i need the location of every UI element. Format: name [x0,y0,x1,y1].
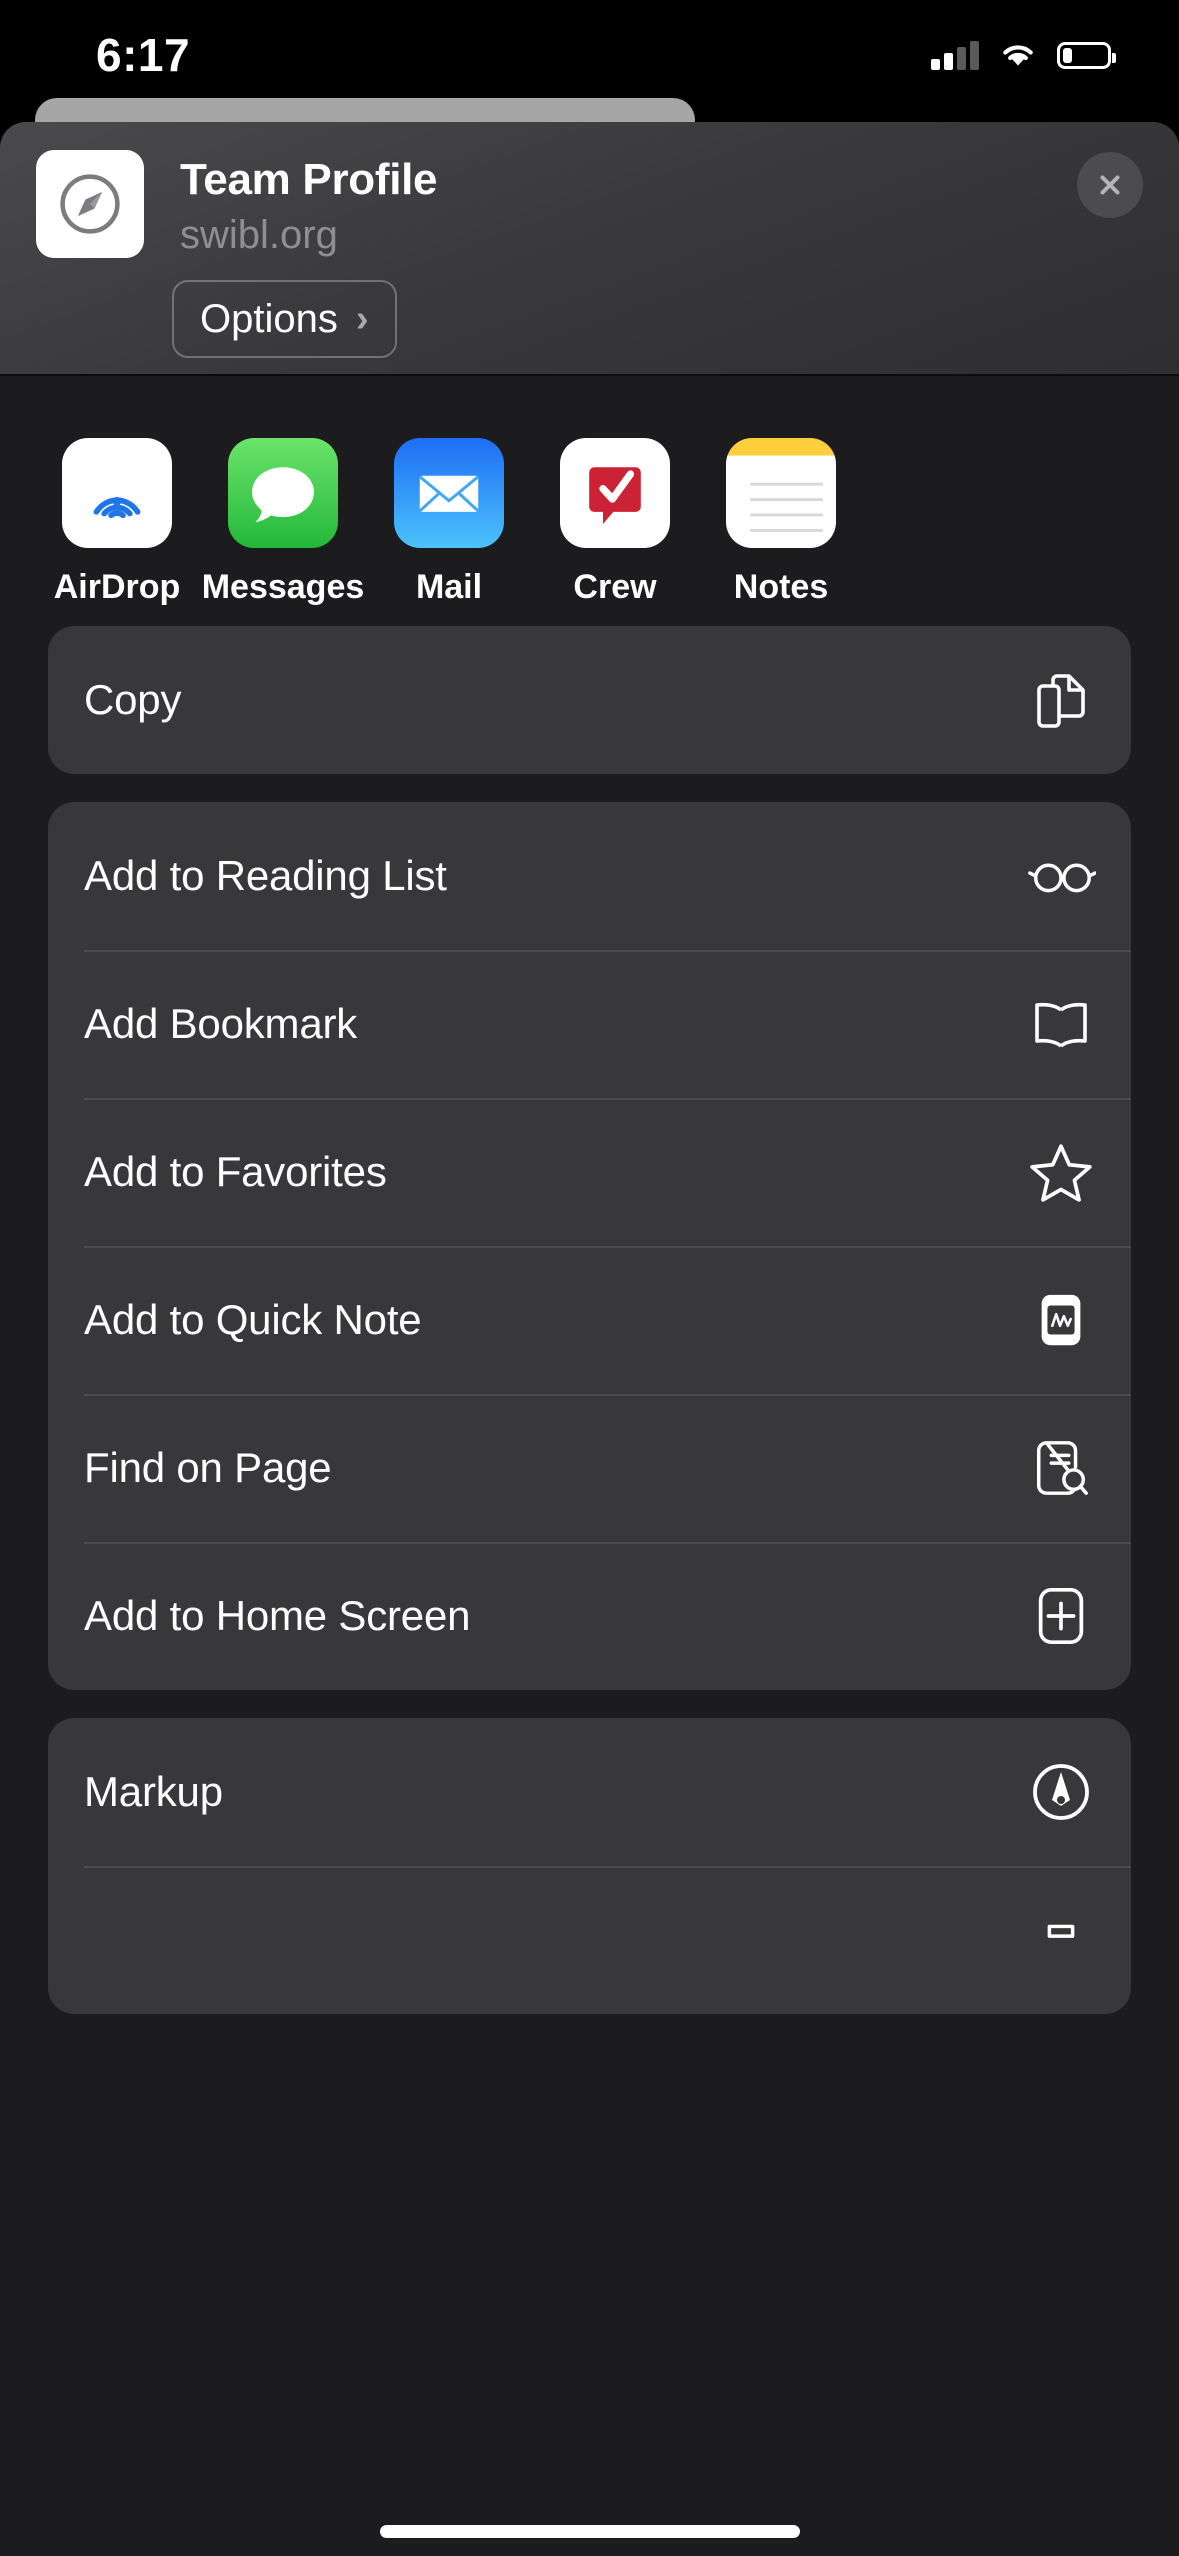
action-label: Add to Reading List [84,852,447,899]
airdrop-icon [62,438,172,548]
action-label: Copy [84,676,182,723]
action-row-add-to-home-screen[interactable]: Add to Home Screen [48,1542,1131,1690]
share-target-airdrop[interactable]: AirDrop [34,438,200,607]
share-target-messages[interactable]: Messages [200,438,366,607]
status-bar-time: 6:17 [96,29,191,81]
messages-icon [228,438,338,548]
cellular-signal-icon [931,40,979,70]
wifi-icon [999,41,1037,69]
battery-icon [1057,41,1116,69]
markup-pen-icon [1025,1756,1097,1828]
status-bar-indicators [931,40,1116,70]
chevron-right-icon: › [355,298,369,340]
quick-note-icon [1025,1284,1097,1356]
share-sheet: Team Profile swibl.org Options › AirDrop… [0,122,1179,2556]
glasses-icon [1025,840,1097,912]
action-row-add-to-reading-list[interactable]: Add to Reading List [48,802,1131,950]
action-group-copy: Copy [48,626,1131,774]
iphone-screen: 6:17 Team Profile swibl.org Options › Ai… [0,0,1179,2556]
add-to-home-screen-icon [1025,1580,1097,1652]
action-groups: Copy Add to Reading List Add Bookmark Ad… [0,626,1179,2014]
action-row-add-to-favorites[interactable]: Add to Favorites [48,1098,1131,1246]
notes-icon [726,438,836,548]
action-row-add-to-quick-note[interactable]: Add to Quick Note [48,1246,1131,1394]
page-domain: swibl.org [180,213,338,258]
action-label: Find on Page [84,1444,332,1491]
page-title: Team Profile [180,155,438,204]
copy-documents-icon [1025,664,1097,736]
home-indicator [379,2525,800,2538]
action-row-markup[interactable]: Markup [48,1718,1131,1866]
action-label: Add Bookmark [84,1000,358,1047]
share-target-label: Mail [415,568,483,606]
book-icon [1025,988,1097,1060]
action-row-partial[interactable] [48,1866,1131,2014]
document-search-icon [1025,1432,1097,1504]
close-button[interactable] [1077,152,1143,218]
share-target-mail[interactable]: Mail [366,438,532,607]
crew-icon [560,438,670,548]
close-icon [1100,175,1120,195]
share-target-crew[interactable]: Crew [532,438,698,607]
share-target-info: Team Profile swibl.org [180,150,438,260]
share-target-notes[interactable]: Notes [698,438,864,607]
share-sheet-header: Team Profile swibl.org Options › [0,122,1179,374]
share-targets-row[interactable]: AirDrop Messages Mail Crew Notes [0,376,1179,626]
action-label: Add to Home Screen [84,1592,471,1639]
options-button[interactable]: Options › [172,280,397,358]
action-group-safari: Add to Reading List Add Bookmark Add to … [48,802,1131,1690]
action-label: Add to Favorites [84,1148,387,1195]
action-group-markup: Markup [48,1718,1131,2014]
status-bar: 6:17 [0,0,1179,110]
share-target-label: AirDrop [53,568,181,606]
star-icon [1025,1136,1097,1208]
action-label: Add to Quick Note [84,1296,422,1343]
print-icon [1025,1904,1097,1976]
action-row-copy[interactable]: Copy [48,626,1131,774]
action-row-find-on-page[interactable]: Find on Page [48,1394,1131,1542]
action-label: Markup [84,1768,223,1815]
action-row-add-bookmark[interactable]: Add Bookmark [48,950,1131,1098]
share-target-label: Notes [733,568,829,606]
safari-compass-icon [36,150,144,258]
header-divider [0,374,1179,376]
share-target-label: Crew [573,568,657,606]
mail-icon [394,438,504,548]
options-button-label: Options [200,296,338,341]
share-target-label: Messages [201,568,365,606]
